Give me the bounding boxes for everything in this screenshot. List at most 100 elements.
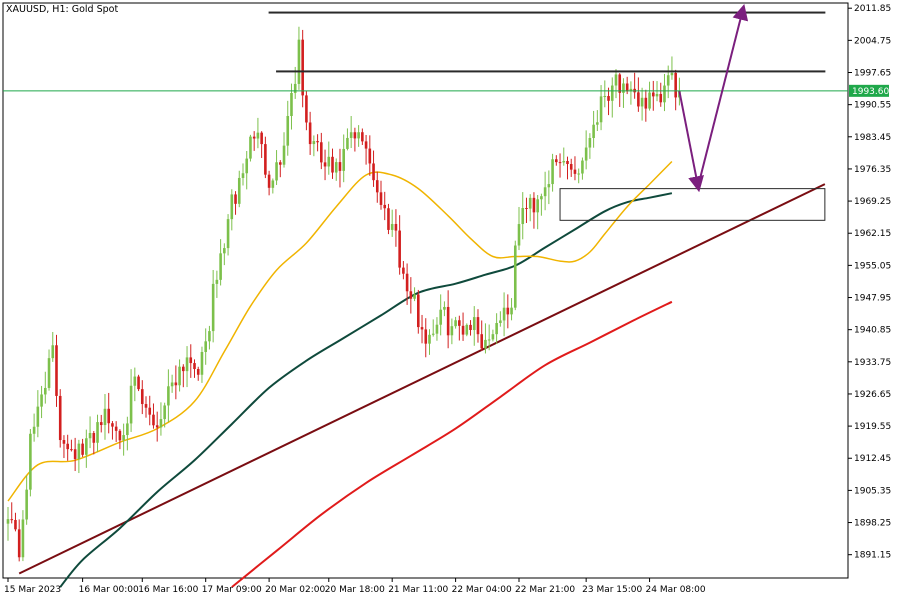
candle-bull (51, 345, 55, 359)
candle-bear (607, 96, 610, 101)
candle-bear (107, 408, 111, 424)
candle-bull (249, 136, 252, 159)
candle-bear (73, 449, 77, 459)
candle-bear (405, 273, 409, 292)
candle-bull (170, 382, 174, 387)
candle-bull (596, 122, 599, 125)
candle-bear (323, 162, 327, 167)
y-tick-label: 1962.15 (854, 229, 891, 239)
candle-bear (417, 294, 420, 328)
candle-bull (640, 97, 644, 107)
candle-bear (387, 208, 390, 230)
candle-bear (651, 92, 655, 97)
candle-bull (443, 306, 446, 310)
candle-bull (271, 180, 275, 188)
candle-bull (29, 433, 32, 490)
candle-bear (659, 93, 663, 103)
candle-bear (446, 306, 450, 336)
y-tick-label: 1919.55 (854, 422, 891, 432)
candle-bear (62, 440, 66, 444)
candle-bear (140, 389, 144, 405)
x-tick-label: 20 Mar 18:00 (325, 585, 385, 595)
candle-bull (47, 358, 51, 388)
candle-bull (588, 138, 592, 148)
candle-bear (301, 39, 304, 96)
candle-bear (152, 414, 155, 426)
candle-bull (610, 85, 614, 101)
candle-bull (237, 177, 241, 204)
candle-bull (44, 387, 47, 395)
candle-bull (357, 132, 360, 139)
candle-bear (383, 204, 387, 209)
candle-bear (644, 97, 648, 109)
candle-bull (103, 408, 107, 426)
candle-bear (532, 197, 536, 213)
candle-bull (167, 386, 170, 406)
candle-bull (32, 426, 36, 434)
candle-bear (17, 529, 21, 558)
candle-bull (584, 147, 588, 161)
candle-bull (528, 197, 532, 209)
candle-bull (334, 162, 338, 173)
candle-bear (118, 430, 122, 441)
candle-bull (413, 294, 416, 299)
candlestick-chart: 1993.60 2011.85 2004.75 1997.65 1990.55 1983… (0, 0, 900, 600)
candle-bull (551, 159, 554, 185)
candle-bull (491, 334, 495, 340)
candle-bear (506, 307, 510, 315)
candle-bull (562, 160, 566, 163)
candle-bear (394, 223, 398, 231)
candle-bull (36, 406, 40, 427)
y-tick-label: 1891.15 (854, 551, 891, 561)
candle-bull (200, 351, 204, 375)
y-tick-label: 1940.85 (854, 326, 891, 336)
candle-bull (487, 339, 491, 341)
y-tick-label: 1990.55 (854, 101, 891, 111)
candle-bear (267, 174, 271, 188)
candle-bear (111, 423, 114, 427)
candle-bull (666, 75, 670, 86)
candle-bear (58, 395, 62, 441)
candle-bull (603, 96, 607, 98)
x-tick-label: 17 Mar 09:00 (202, 585, 262, 595)
chart-title: XAUUSD, H1: Gold Spot (6, 4, 118, 15)
candle-bull (577, 173, 580, 175)
candle-bear (637, 92, 640, 107)
candle-bull (327, 156, 331, 167)
candle-bear (320, 142, 323, 163)
candle-bull (510, 307, 513, 315)
candle-bull (40, 394, 43, 407)
candle-bear (331, 156, 334, 173)
candle-bull (230, 194, 234, 220)
candle-bull (297, 39, 301, 84)
candle-bear (402, 267, 405, 274)
candle-bull (25, 489, 28, 520)
candle-bull (96, 422, 99, 443)
candle-bear (148, 407, 152, 415)
candle-bear (558, 162, 562, 164)
candle-bear (55, 345, 58, 396)
x-tick-label: 24 Mar 08:00 (646, 585, 706, 595)
candle-bear (81, 443, 84, 455)
x-tick-label: 16 Mar 16:00 (138, 585, 198, 595)
candle-bear (480, 334, 484, 349)
candle-bear (10, 519, 14, 521)
candle-bull (6, 519, 10, 524)
candle-bull (346, 137, 349, 149)
candle-bull (223, 248, 226, 254)
candle-bear (353, 132, 357, 139)
candle-bull (349, 132, 353, 138)
candle-bull (21, 519, 25, 558)
candle-bear (555, 159, 558, 163)
candle-bull (293, 83, 297, 93)
y-tick-label: 1898.25 (854, 519, 891, 529)
candle-bear (398, 230, 401, 268)
candle-bear (458, 320, 461, 326)
candle-bull (159, 419, 163, 428)
candle-bear (461, 325, 465, 335)
candle-bull (670, 72, 674, 76)
candle-bear (137, 376, 140, 390)
y-tick-label: 2004.75 (854, 36, 891, 46)
candle-bull (219, 253, 222, 280)
y-tick-label: 2011.85 (854, 4, 891, 14)
